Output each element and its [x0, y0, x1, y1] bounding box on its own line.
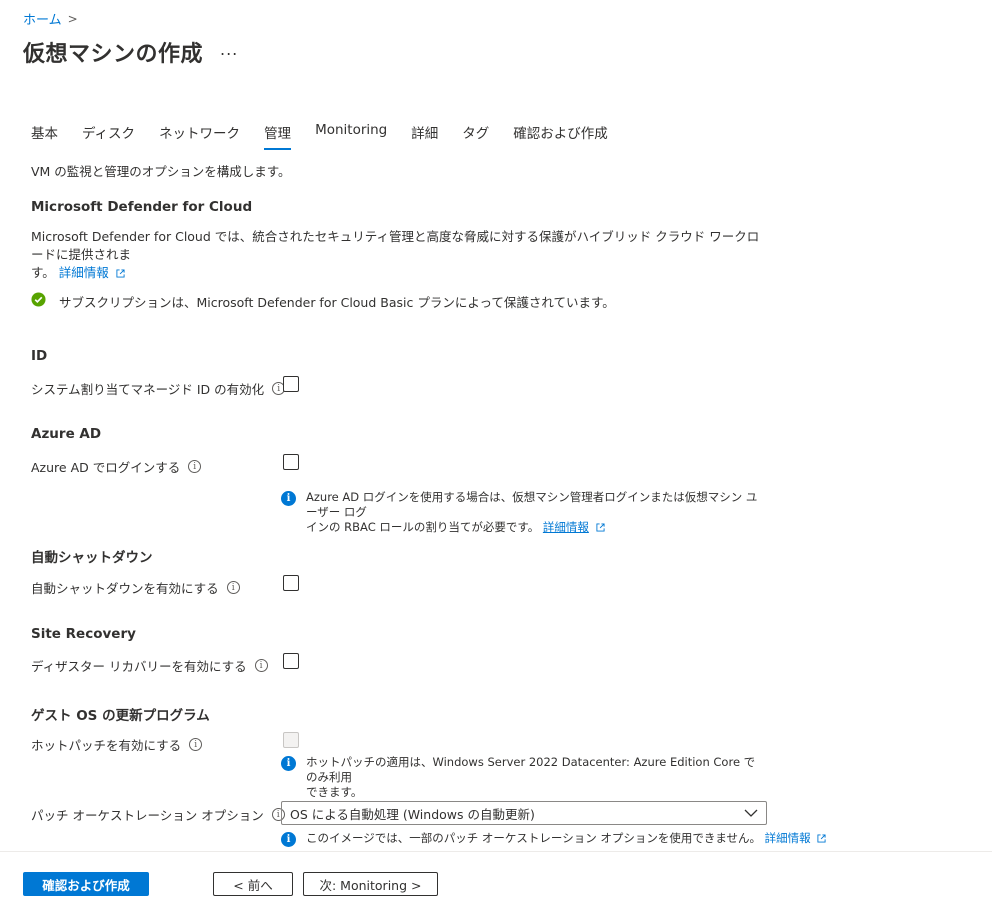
defender-text-line1: Microsoft Defender for Cloud では、統合されたセキュ… — [31, 229, 760, 262]
patch-orchestration-label-text: パッチ オーケストレーション オプション — [31, 808, 264, 823]
more-options-button[interactable]: ... — [220, 40, 238, 59]
hotpatch-info-message: i ホットパッチの適用は、Windows Server 2022 Datacen… — [281, 755, 761, 800]
footer-divider — [0, 851, 992, 852]
patch-info-message: i このイメージでは、一部のパッチ オーケストレーション オプションを使用できま… — [281, 831, 826, 847]
tab-review-create[interactable]: 確認および作成 — [513, 122, 608, 150]
azure-ad-login-label-text: Azure AD でログインする — [31, 460, 181, 475]
external-link-icon — [116, 269, 125, 278]
tab-management[interactable]: 管理 — [264, 122, 292, 150]
defender-text-line2: す。 — [31, 265, 55, 280]
tab-bar: 基本 ディスク ネットワーク 管理 Monitoring 詳細 タグ 確認および… — [31, 122, 632, 150]
breadcrumb-separator: > — [67, 11, 78, 26]
breadcrumb-home-link[interactable]: ホーム — [23, 9, 62, 28]
next-button[interactable]: 次: Monitoring > — [303, 872, 438, 896]
external-link-icon — [817, 834, 826, 843]
azure-ad-heading: Azure AD — [31, 426, 102, 442]
site-recovery-checkbox[interactable] — [283, 653, 299, 669]
breadcrumb: ホーム > — [23, 9, 78, 29]
review-create-button[interactable]: 確認および作成 — [23, 872, 149, 896]
identity-heading: ID — [31, 348, 48, 364]
azure-ad-info-line1: Azure AD ログインを使用する場合は、仮想マシン管理者ログインまたは仮想マ… — [306, 490, 758, 519]
azure-ad-login-checkbox[interactable] — [283, 454, 299, 470]
azure-ad-learn-more-link[interactable]: 詳細情報 — [543, 520, 589, 534]
auto-shutdown-label-text: 自動シャットダウンを有効にする — [31, 581, 219, 596]
info-icon[interactable]: i — [226, 581, 240, 594]
site-recovery-label: ディザスター リカバリーを有効にする i — [31, 656, 268, 675]
hotpatch-label-text: ホットパッチを有効にする — [31, 738, 182, 753]
tab-basics[interactable]: 基本 — [31, 122, 58, 150]
info-icon[interactable]: i — [188, 460, 202, 473]
system-identity-label: システム割り当てマネージド ID の有効化 i — [31, 379, 286, 398]
page-title: 仮想マシンの作成 — [23, 42, 204, 67]
tab-networking[interactable]: ネットワーク — [159, 122, 240, 150]
auto-shutdown-checkbox[interactable] — [283, 575, 299, 591]
info-filled-icon: i — [281, 491, 296, 506]
hotpatch-label: ホットパッチを有効にする i — [31, 735, 203, 754]
defender-text: Microsoft Defender for Cloud では、統合されたセキュ… — [31, 228, 771, 282]
patch-learn-more-link[interactable]: 詳細情報 — [765, 831, 811, 845]
previous-button[interactable]: < 前へ — [213, 872, 293, 896]
tab-monitoring[interactable]: Monitoring — [315, 122, 387, 150]
chevron-down-icon — [744, 809, 758, 817]
system-identity-label-text: システム割り当てマネージド ID の有効化 — [31, 382, 265, 397]
tab-disks[interactable]: ディスク — [82, 122, 135, 150]
defender-status-text: サブスクリプションは、Microsoft Defender for Cloud … — [59, 295, 615, 310]
success-check-icon — [31, 292, 46, 307]
defender-learn-more-link[interactable]: 詳細情報 — [59, 265, 109, 280]
info-filled-icon: i — [281, 832, 296, 847]
page-description: VM の監視と管理のオプションを構成します。 — [31, 164, 291, 179]
tab-tags[interactable]: タグ — [462, 122, 489, 150]
auto-shutdown-heading: 自動シャットダウン — [31, 550, 153, 566]
auto-shutdown-label: 自動シャットダウンを有効にする i — [31, 578, 240, 597]
tab-advanced[interactable]: 詳細 — [411, 122, 438, 150]
patch-orchestration-value: OS による自動処理 (Windows の自動更新) — [290, 806, 535, 822]
azure-ad-info-line2: インの RBAC ロールの割り当てが必要です。 — [306, 520, 540, 534]
guest-os-heading: ゲスト OS の更新プログラム — [31, 708, 210, 724]
info-filled-icon: i — [281, 756, 296, 771]
external-link-icon — [595, 523, 605, 532]
site-recovery-label-text: ディザスター リカバリーを有効にする — [31, 659, 247, 674]
info-icon[interactable]: i — [254, 659, 268, 672]
azure-ad-login-label: Azure AD でログインする i — [31, 457, 202, 476]
patch-info-text: このイメージでは、一部のパッチ オーケストレーション オプションを使用できません… — [306, 831, 762, 845]
hotpatch-info-line1: ホットパッチの適用は、Windows Server 2022 Datacente… — [306, 755, 756, 784]
system-identity-checkbox[interactable] — [283, 376, 299, 392]
hotpatch-checkbox — [283, 732, 299, 748]
azure-ad-info-message: i Azure AD ログインを使用する場合は、仮想マシン管理者ログインまたは仮… — [281, 490, 761, 535]
patch-orchestration-select[interactable]: OS による自動処理 (Windows の自動更新) — [281, 801, 767, 825]
site-recovery-heading: Site Recovery — [31, 626, 136, 642]
defender-heading: Microsoft Defender for Cloud — [31, 199, 253, 215]
info-icon[interactable]: i — [189, 738, 203, 751]
patch-orchestration-label: パッチ オーケストレーション オプション i — [31, 805, 285, 824]
hotpatch-info-line2: できます。 — [306, 785, 363, 799]
